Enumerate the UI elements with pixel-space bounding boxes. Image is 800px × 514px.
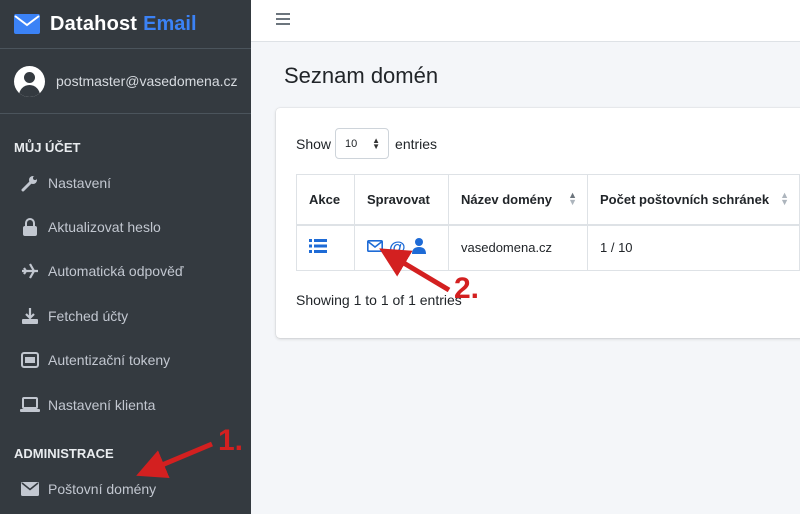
top-navbar <box>251 0 800 42</box>
sidebar-item-label: Nastavení klienta <box>48 397 156 413</box>
annotation-label-2: 2. <box>454 272 480 305</box>
page-title: Seznam domén <box>284 63 439 88</box>
sort-icon: ▲ ▼ <box>568 190 577 207</box>
brand-name: Datahost <box>50 12 138 35</box>
page-size-value: 10 <box>345 137 358 150</box>
table-header-row: Akce Spravovat Název domény ▲ ▼ Počet poš… <box>296 174 800 226</box>
brand-accent: Email <box>143 12 197 35</box>
column-header-akce[interactable]: Akce <box>296 174 355 226</box>
user-panel[interactable]: postmaster@vasedomena.cz <box>0 49 251 114</box>
sidebar-item-label: Autentizační tokeny <box>48 352 171 368</box>
annotation-label-1: 1. <box>218 424 244 457</box>
laptop-icon <box>20 395 40 415</box>
show-label: Show <box>296 135 332 152</box>
brand[interactable]: Datahost Email <box>0 0 251 49</box>
domains-table: Akce Spravovat Název domény ▲ ▼ Počet poš… <box>296 174 800 271</box>
alias-at-icon[interactable]: @ <box>389 239 406 256</box>
sort-icon: ▲ ▼ <box>780 190 789 207</box>
sidebar-item-label: Automatická odpověď <box>48 263 184 279</box>
entries-label: entries <box>395 135 438 152</box>
wrench-icon <box>20 173 40 193</box>
mailbox-count-cell: 1 / 10 <box>587 224 800 271</box>
column-header-label: Počet poštovních schránek <box>600 191 770 207</box>
nav-header-account: MŮJ ÚČET <box>14 140 81 155</box>
sidebar-item-tokeny[interactable]: Autentizační tokeny <box>0 342 251 378</box>
envelope-logo-icon <box>14 14 40 34</box>
sidebar-item-heslo[interactable]: Aktualizovat heslo <box>0 209 251 245</box>
column-header-spravovat[interactable]: Spravovat <box>354 174 449 226</box>
sidebar-item-postovni-domeny[interactable]: Poštovní domény <box>0 471 251 507</box>
download-icon <box>20 306 40 326</box>
column-header-label: Název domény <box>461 191 553 207</box>
page-size-select[interactable]: 10 ▲ ▼ <box>335 128 390 159</box>
sidebar-item-odpoved[interactable]: Automatická odpověď <box>0 253 251 289</box>
spravovat-cell: @ <box>354 224 449 271</box>
sidebar-item-klient[interactable]: Nastavení klienta <box>0 387 251 423</box>
sidebar-item-label: Nastavení <box>48 175 112 191</box>
akce-cell <box>296 224 355 271</box>
lock-icon <box>20 217 40 237</box>
column-header-nazev[interactable]: Název domény ▲ ▼ <box>448 174 588 226</box>
sidebar-item-label: Fetched účty <box>48 308 129 324</box>
user-email: postmaster@vasedomena.cz <box>56 73 238 89</box>
sidebar-item-nastaveni[interactable]: Nastavení <box>0 165 251 201</box>
select-arrows-icon: ▲ ▼ <box>372 136 381 151</box>
plane-icon <box>20 261 40 281</box>
sidebar-item-label: Poštovní domény <box>48 481 157 497</box>
sidebar-item-fetched[interactable]: Fetched účty <box>0 298 251 334</box>
table-info: Showing 1 to 1 of 1 entries <box>296 292 462 308</box>
page-size-control: Show 10 ▲ ▼ entries <box>296 128 437 159</box>
nav-header-admin: ADMINISTRACE <box>14 446 114 461</box>
envelope-icon <box>20 479 40 499</box>
user-icon[interactable] <box>411 238 426 257</box>
hamburger-menu-icon[interactable] <box>276 13 290 27</box>
domain-list-card: Show 10 ▲ ▼ entries Akce Spravovat Název … <box>276 108 800 338</box>
table-row: @ vasedomena.cz 1 / 10 <box>296 224 800 271</box>
domain-name-cell: vasedomena.cz <box>448 224 588 271</box>
token-icon <box>20 350 40 370</box>
sidebar-item-label: Aktualizovat heslo <box>48 219 161 235</box>
list-icon[interactable] <box>309 239 327 256</box>
avatar <box>14 65 45 97</box>
column-header-pocet[interactable]: Počet poštovních schránek ▲ ▼ <box>587 174 800 226</box>
sidebar: Datahost Email postmaster@vasedomena.cz … <box>0 0 251 514</box>
mailbox-envelope-icon[interactable] <box>367 240 383 255</box>
